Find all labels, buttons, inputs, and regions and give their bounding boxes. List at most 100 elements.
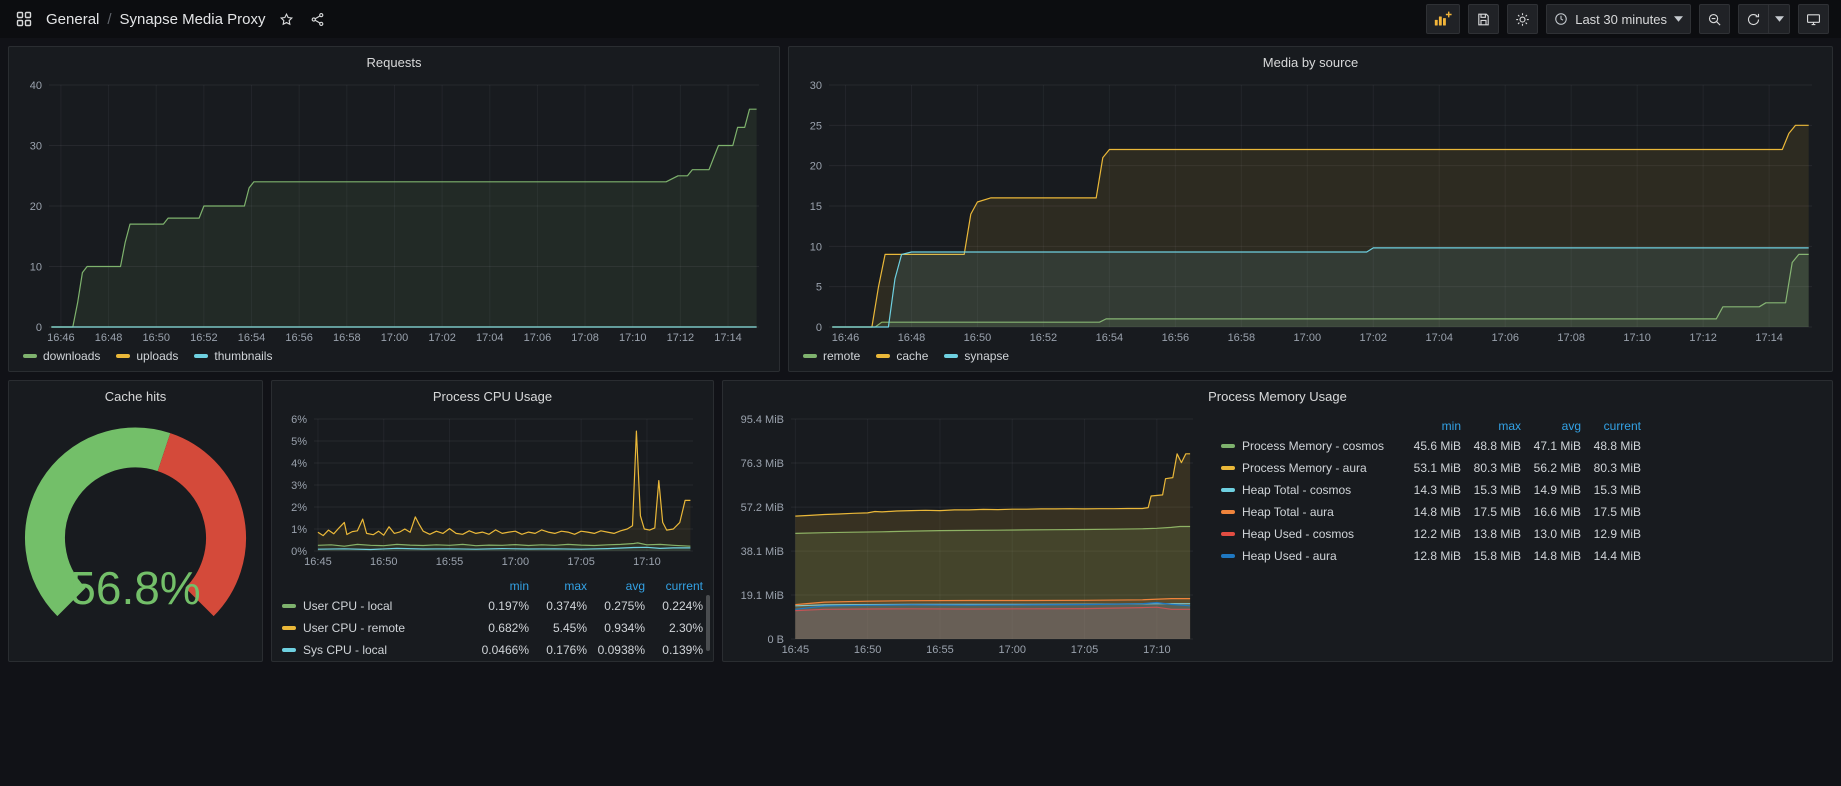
legend-header-avg[interactable]: avg [1521, 419, 1581, 433]
legend-header-min[interactable]: min [1401, 419, 1461, 433]
process-memory-usage-legend: minmaxavgcurrent Process Memory - cosmos4… [1221, 417, 1641, 657]
legend-series-process-memory-cosmos[interactable]: Process Memory - cosmos [1221, 439, 1401, 453]
legend-value: 12.8 MiB [1401, 549, 1461, 563]
svg-text:10: 10 [810, 241, 822, 253]
svg-text:16:48: 16:48 [898, 332, 926, 344]
navbar-left: General / Synapse Media Proxy [14, 9, 327, 29]
svg-text:17:10: 17:10 [619, 332, 647, 344]
process-cpu-usage-chart[interactable]: 16:4516:5016:5517:0017:0517:100%1%2%3%4%… [282, 411, 703, 569]
series-color-swatch [23, 354, 37, 358]
svg-text:17:00: 17:00 [502, 556, 530, 568]
series-color-swatch [1221, 554, 1235, 558]
svg-text:17:04: 17:04 [476, 332, 504, 344]
legend-series-name: Process Memory - cosmos [1242, 439, 1384, 453]
share-icon [310, 12, 325, 27]
series-color-swatch [803, 354, 817, 358]
panel-requests: Requests 16:4616:4816:5016:5216:5416:561… [8, 46, 780, 372]
legend-value: 16.6 MiB [1521, 505, 1581, 519]
series-color-swatch [194, 354, 208, 358]
save-dashboard-button[interactable] [1468, 4, 1499, 34]
svg-text:17:02: 17:02 [1360, 332, 1388, 344]
legend-item-thumbnails[interactable]: thumbnails [194, 349, 272, 363]
legend-series-process-memory-aura[interactable]: Process Memory - aura [1221, 461, 1401, 475]
legend-header-max[interactable]: max [529, 579, 587, 593]
process-memory-usage-chart[interactable]: 16:4516:5016:5517:0017:0517:100 B19.1 Mi… [733, 411, 1203, 657]
zoom-out-time-button[interactable] [1699, 4, 1730, 34]
panel-header: Cache hits [9, 381, 262, 411]
navbar-right: Last 30 minutes [1426, 4, 1829, 34]
breadcrumb-dashboard-title[interactable]: Synapse Media Proxy [120, 11, 266, 28]
panel-title-process-memory-usage[interactable]: Process Memory Usage [1208, 389, 1347, 404]
series-color-swatch [282, 648, 296, 652]
legend-series-heap-used-aura[interactable]: Heap Used - aura [1221, 549, 1401, 563]
svg-text:17:12: 17:12 [1689, 332, 1717, 344]
breadcrumb-folder[interactable]: General [46, 11, 99, 28]
legend-item-synapse[interactable]: synapse [944, 349, 1009, 363]
svg-text:16:45: 16:45 [304, 556, 332, 568]
legend-value: 0.197% [471, 599, 529, 613]
tv-mode-button[interactable] [1798, 4, 1829, 34]
refresh-interval-dropdown[interactable] [1768, 4, 1790, 34]
legend-scrollbar[interactable] [706, 595, 710, 651]
legend-header-current[interactable]: current [1581, 419, 1641, 433]
svg-text:16:52: 16:52 [190, 332, 218, 344]
media-by-source-chart[interactable]: 16:4616:4816:5016:5216:5416:5616:5817:00… [799, 77, 1822, 345]
legend-value: 0.0466% [471, 643, 529, 657]
svg-text:17:14: 17:14 [714, 332, 742, 344]
legend-item-uploads[interactable]: uploads [116, 349, 178, 363]
add-panel-button[interactable] [1426, 4, 1460, 34]
dashboard-settings-button[interactable] [1507, 4, 1538, 34]
panel-title-media-by-source[interactable]: Media by source [1263, 55, 1358, 70]
dashboards-grid-button[interactable] [14, 9, 34, 29]
svg-text:17:08: 17:08 [1557, 332, 1585, 344]
legend-series-heap-total-aura[interactable]: Heap Total - aura [1221, 505, 1401, 519]
dashboard-grid: Requests 16:4616:4816:5016:5216:5416:561… [0, 38, 1841, 670]
legend-item-cache[interactable]: cache [876, 349, 928, 363]
svg-text:17:05: 17:05 [567, 556, 595, 568]
legend-item-downloads[interactable]: downloads [23, 349, 100, 363]
legend-value: 0.139% [645, 643, 703, 657]
legend-header-avg[interactable]: avg [587, 579, 645, 593]
svg-text:16:45: 16:45 [782, 644, 810, 656]
legend-series-user-cpu-remote[interactable]: User CPU - remote [282, 621, 471, 635]
svg-text:17:10: 17:10 [1623, 332, 1651, 344]
legend-value: 15.3 MiB [1581, 483, 1641, 497]
legend-header-min[interactable]: min [471, 579, 529, 593]
panel-title-requests[interactable]: Requests [367, 55, 422, 70]
legend-series-name: Sys CPU - local [303, 643, 387, 657]
svg-text:0: 0 [36, 322, 42, 334]
legend-row-process-memory-aura: Process Memory - aura53.1 MiB80.3 MiB56.… [1221, 457, 1641, 479]
svg-text:16:46: 16:46 [47, 332, 75, 344]
star-dashboard-button[interactable] [277, 10, 296, 29]
panel-title-process-cpu-usage[interactable]: Process CPU Usage [433, 389, 552, 404]
breadcrumb: General / Synapse Media Proxy [46, 11, 265, 28]
legend-series-user-cpu-local[interactable]: User CPU - local [282, 599, 471, 613]
media-by-source-legend: remote cache synapse [799, 345, 1822, 367]
navbar: General / Synapse Media Proxy [0, 0, 1841, 38]
panel-title-cache-hits[interactable]: Cache hits [105, 389, 166, 404]
svg-text:17:00: 17:00 [381, 332, 409, 344]
legend-value: 0.275% [587, 599, 645, 613]
svg-text:4%: 4% [291, 458, 307, 470]
refresh-button[interactable] [1738, 4, 1768, 34]
svg-text:5%: 5% [291, 436, 307, 448]
requests-chart[interactable]: 16:4616:4816:5016:5216:5416:5616:5817:00… [19, 77, 769, 345]
legend-value: 0.0938% [587, 643, 645, 657]
svg-text:16:50: 16:50 [370, 556, 398, 568]
legend-item-remote[interactable]: remote [803, 349, 860, 363]
legend-series-heap-total-cosmos[interactable]: Heap Total - cosmos [1221, 483, 1401, 497]
legend-series-name: Heap Used - cosmos [1242, 527, 1354, 541]
share-dashboard-button[interactable] [308, 10, 327, 29]
legend-header-current[interactable]: current [645, 579, 703, 593]
svg-text:0 B: 0 B [767, 634, 784, 646]
legend-series-sys-cpu-local[interactable]: Sys CPU - local [282, 643, 471, 657]
time-range-picker[interactable]: Last 30 minutes [1546, 4, 1691, 34]
legend-series-name: Heap Total - aura [1242, 505, 1334, 519]
legend-row-process-memory-cosmos: Process Memory - cosmos45.6 MiB48.8 MiB4… [1221, 435, 1641, 457]
legend-value: 17.5 MiB [1461, 505, 1521, 519]
legend-series-heap-used-cosmos[interactable]: Heap Used - cosmos [1221, 527, 1401, 541]
legend-header-max[interactable]: max [1461, 419, 1521, 433]
apps-grid-icon [16, 11, 32, 27]
legend-value: 14.8 MiB [1401, 505, 1461, 519]
svg-text:1%: 1% [291, 524, 307, 536]
